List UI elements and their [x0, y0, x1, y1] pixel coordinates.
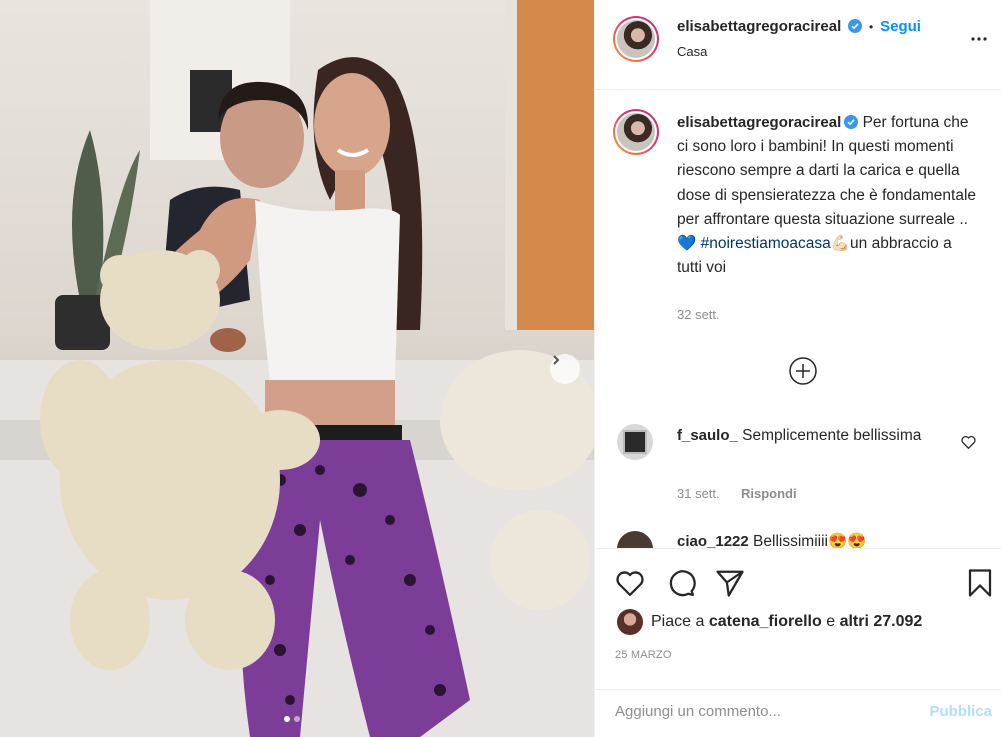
- header-separator: •: [869, 20, 874, 34]
- verified-badge-icon: [848, 19, 863, 33]
- more-options-icon[interactable]: [971, 37, 987, 41]
- wooden-door: [515, 0, 594, 330]
- flex-emoji: 💪🏻: [830, 235, 851, 253]
- carousel-dot: [294, 716, 300, 722]
- comments-section[interactable]: elisabettagregoracireal Per fortuna che …: [595, 91, 1001, 548]
- publish-button[interactable]: Pubblica: [929, 703, 992, 720]
- comment-text: Semplicemente bellissima: [742, 427, 922, 444]
- comment-text: Bellissimiiii😍😍: [753, 533, 867, 548]
- comment-body: f_saulo_ Semplicemente bellissima: [677, 424, 937, 447]
- commenter-avatar[interactable]: [617, 531, 653, 548]
- post-actions: Piace a catena_fiorello e altri 27.092 2…: [595, 548, 1001, 689]
- reply-button[interactable]: Rispondi: [741, 486, 797, 501]
- caption-avatar[interactable]: [613, 109, 659, 155]
- add-comment-bar: Aggiungi un commento... Pubblica: [595, 689, 1001, 737]
- save-bookmark-icon[interactable]: [967, 568, 993, 598]
- likes-prefix: Piace a: [651, 613, 705, 630]
- verified-badge-icon: [844, 115, 859, 129]
- carousel-next-button[interactable]: [550, 354, 580, 384]
- follow-button[interactable]: Segui: [880, 18, 921, 35]
- share-send-icon[interactable]: [715, 568, 745, 598]
- caption-time[interactable]: 32 sett.: [677, 307, 720, 322]
- comment-username[interactable]: ciao_1222: [677, 533, 749, 548]
- carousel-indicator: [284, 716, 300, 722]
- comment-username[interactable]: f_saulo_: [677, 427, 738, 444]
- comment-bubble-icon[interactable]: [666, 568, 696, 598]
- comment-like-icon[interactable]: [961, 435, 976, 449]
- likes-others[interactable]: altri 27.092: [840, 613, 923, 630]
- post-photo[interactable]: [0, 0, 594, 737]
- blue-heart-emoji: 💙: [677, 235, 697, 253]
- load-more-comments-icon[interactable]: [788, 356, 818, 386]
- white-top: [255, 200, 400, 380]
- comment-input[interactable]: Aggiungi un commento...: [615, 703, 781, 720]
- caption-text-main: Per fortuna che ci sono loro i bambini! …: [677, 114, 977, 228]
- comment-time[interactable]: 31 sett.: [677, 486, 720, 501]
- carousel-dot-active: [284, 716, 290, 722]
- likes-summary: Piace a catena_fiorello e altri 27.092: [651, 613, 922, 631]
- caption: elisabettagregoracireal Per fortuna che …: [677, 111, 977, 280]
- post-header: elisabettagregoracireal • Segui Casa: [595, 0, 1001, 90]
- likes-first-user[interactable]: catena_fiorello: [709, 613, 822, 630]
- comment-body: ciao_1222 Bellissimiiii😍😍: [677, 532, 867, 548]
- author-username[interactable]: elisabettagregoracireal: [677, 18, 841, 35]
- liker-avatar[interactable]: [617, 609, 643, 635]
- author-avatar[interactable]: [613, 16, 659, 62]
- caption-hashtag[interactable]: #noirestiamoacasa: [701, 235, 831, 252]
- post-date[interactable]: 25 MARZO: [615, 649, 672, 661]
- chevron-right-icon: [553, 355, 560, 365]
- post-panel: elisabettagregoracireal • Segui Casa eli…: [594, 0, 1001, 737]
- post-location[interactable]: Casa: [677, 44, 707, 59]
- caption-username[interactable]: elisabettagregoracireal: [677, 114, 841, 131]
- photo-illustration: [0, 0, 594, 737]
- likes-conjunction: e: [826, 613, 836, 630]
- commenter-avatar[interactable]: [617, 424, 653, 460]
- like-heart-icon[interactable]: [615, 569, 645, 597]
